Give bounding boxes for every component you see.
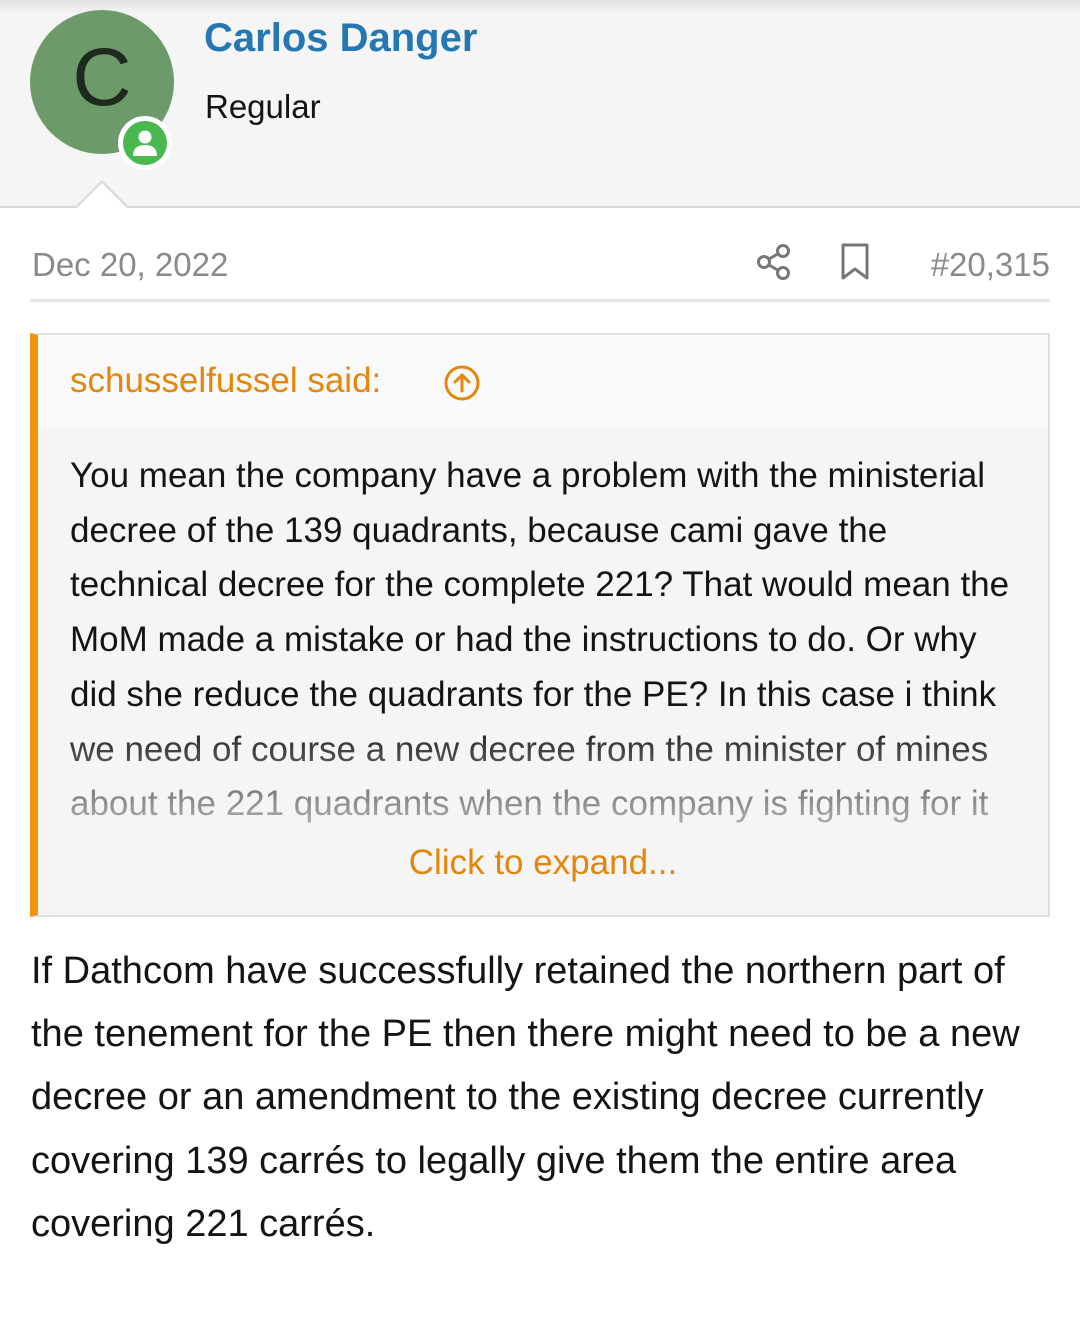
header-pointer-arrow-fill — [76, 183, 128, 209]
share-icon[interactable] — [754, 242, 794, 282]
post-meta-row: Dec 20, 2022 #20,315 — [30, 240, 1050, 302]
post-date[interactable]: Dec 20, 2022 — [32, 246, 228, 284]
quote-paragraph: You mean the company have a problem with… — [70, 456, 1010, 824]
username-link[interactable]: Carlos Danger — [204, 16, 477, 61]
quote-block: schusselfussel said: You mean the compan… — [30, 333, 1050, 917]
post-body: If Dathcom have successfully retained th… — [31, 940, 1061, 1256]
post-user-header: C Carlos Danger Regular — [0, 0, 1080, 208]
click-to-expand-link[interactable]: Click to expand... — [38, 843, 1048, 883]
post-paragraph: If Dathcom have successfully retained th… — [31, 950, 1020, 1245]
arrow-up-circle-icon[interactable] — [442, 363, 482, 403]
online-status-badge — [118, 116, 172, 170]
quote-header: schusselfussel said: — [38, 335, 1048, 429]
avatar-letter: C — [72, 32, 132, 123]
person-icon — [123, 121, 167, 165]
forum-post: C Carlos Danger Regular Dec 20, 2022 #20… — [0, 0, 1080, 1336]
post-number-link[interactable]: #20,315 — [931, 246, 1050, 284]
quote-text: You mean the company have a problem with… — [70, 449, 1030, 889]
header-shadow — [0, 0, 1080, 14]
quote-author-link[interactable]: schusselfussel said: — [70, 361, 381, 401]
user-title: Regular — [205, 88, 321, 125]
bookmark-icon[interactable] — [838, 242, 872, 282]
